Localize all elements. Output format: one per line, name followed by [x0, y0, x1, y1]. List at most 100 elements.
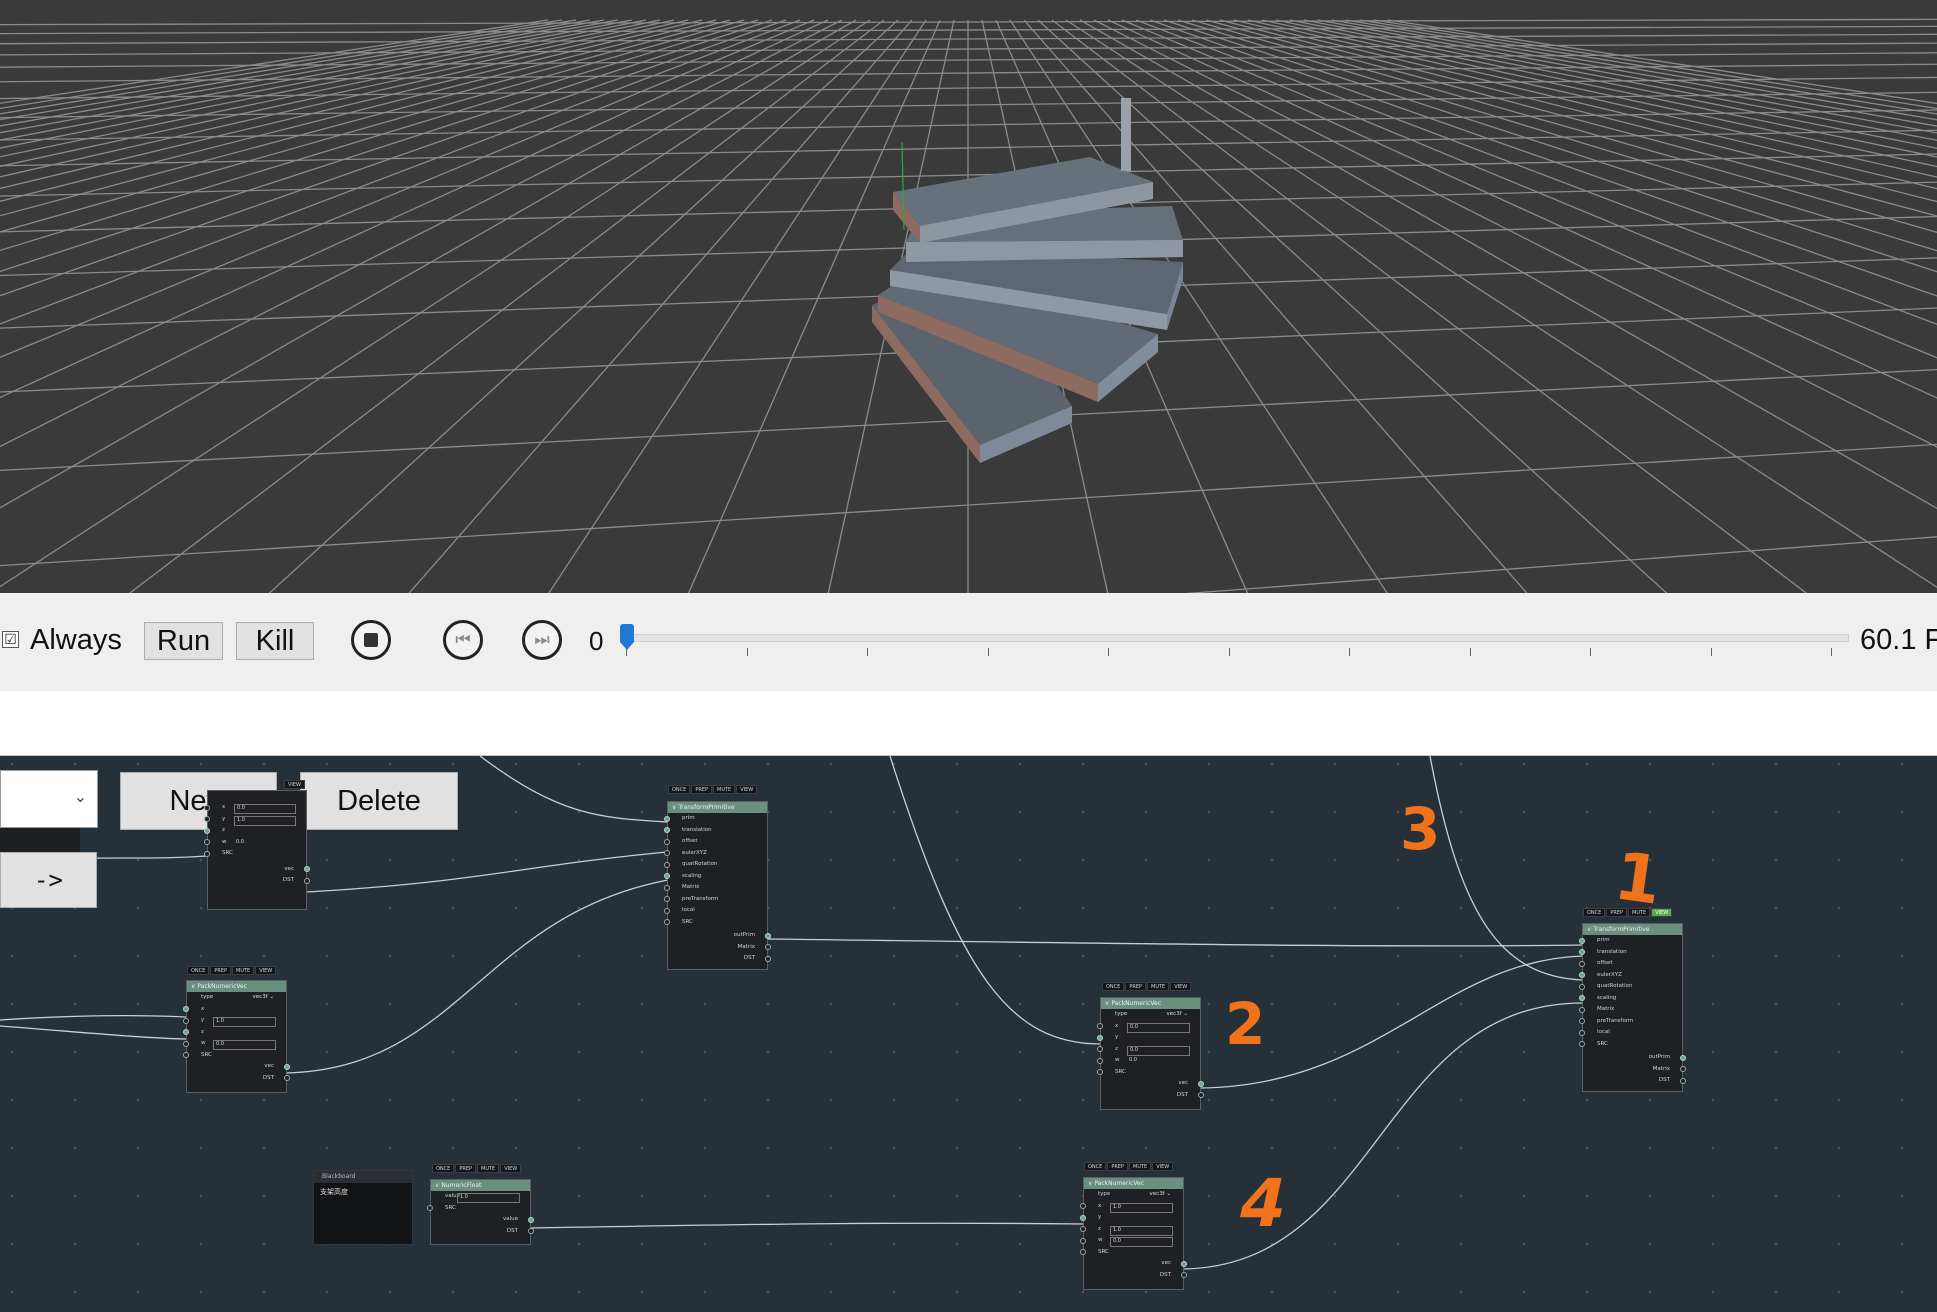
port-eulerxyz: eulerXYZ	[664, 848, 767, 860]
always-label: Always	[30, 624, 122, 656]
node-transform-primitive-1[interactable]: ∨ TransformPrimitive prim translation offs…	[664, 801, 771, 970]
frame-tick	[1831, 648, 1832, 656]
node-title: ∨ PackNumericVec	[187, 981, 286, 992]
value-row: value 1.0	[431, 1191, 530, 1203]
port-out-outprim: outPrim	[668, 930, 771, 942]
tag-once[interactable]: ONCE	[1102, 982, 1125, 991]
delete-button[interactable]: Delete	[300, 772, 458, 830]
kill-button[interactable]: Kill	[236, 622, 314, 660]
port-scaling: scaling	[1579, 993, 1682, 1005]
tag-mute[interactable]: MUTE	[1129, 1162, 1152, 1171]
port-x: x 0.0	[204, 802, 306, 814]
port-matrix: Matrix	[1579, 1004, 1682, 1016]
arrow-button[interactable]: ->	[0, 852, 97, 908]
port-out-matrix: Matrix	[1583, 1064, 1686, 1076]
tag-view[interactable]: VIEW	[284, 780, 305, 789]
port-vec: vec	[1101, 1078, 1204, 1090]
frame-tick	[1108, 648, 1109, 656]
graph-select[interactable]: ⌄	[0, 770, 98, 828]
always-checkbox[interactable]: ☑	[2, 631, 19, 648]
port-out-outprim: outPrim	[1583, 1052, 1686, 1064]
frame-slider-thumb[interactable]	[620, 624, 634, 650]
port-pretransform: preTransform	[1579, 1016, 1682, 1028]
port-w: w 0.0	[204, 837, 306, 849]
port-dst: DST	[187, 1073, 290, 1085]
port-src: SRC	[1080, 1247, 1183, 1259]
port-out-dst: DST	[668, 953, 771, 965]
step-back-icon: ⏮	[455, 630, 471, 650]
port-z: z 0.0	[1097, 1044, 1200, 1056]
tag-prep[interactable]: PREP	[210, 966, 231, 975]
frame-slider-track[interactable]	[625, 634, 1849, 642]
tag-view[interactable]: VIEW	[255, 966, 277, 975]
port-dst: DST	[1101, 1090, 1204, 1102]
blackboard-note[interactable]: Blackboard 支架高度	[313, 1170, 413, 1245]
3d-viewport[interactable]	[0, 0, 1937, 593]
frame-tick	[1349, 648, 1350, 656]
node-pack-numeric-vec-right[interactable]: ∨ PackNumericVec type vec3f ⌄ x 0.0 y z 0.0…	[1097, 997, 1204, 1110]
tag-prep[interactable]: PREP	[455, 1164, 476, 1173]
tag-once[interactable]: ONCE	[1583, 908, 1606, 917]
node-title: ∨ TransformPrimitive	[1583, 924, 1682, 935]
node-pack-top[interactable]: x 0.0 y 1.0 z w 0.0 SRC vec DST	[204, 790, 310, 910]
current-frame: 0	[589, 626, 604, 656]
tag-once[interactable]: ONCE	[187, 966, 210, 975]
port-y: y 1.0	[183, 1015, 286, 1027]
fps-readout: 60.1 F	[1860, 624, 1937, 656]
port-pretransform: preTransform	[664, 894, 767, 906]
node-pack-numeric-vec-bottom[interactable]: ∨ PackNumericVec type vec3f ⌄ x 1.0 y z 1.0…	[1080, 1177, 1187, 1290]
port-vec: vec	[187, 1061, 290, 1073]
tag-view[interactable]: VIEW	[500, 1164, 522, 1173]
node-pack-numeric-vec-mid[interactable]: ∨ PackNumericVec type vec3f ⌄ x y 1.0 z w0…	[183, 980, 290, 1093]
frame-tick	[1710, 648, 1712, 656]
next-frame-button[interactable]: ⏭	[522, 620, 562, 660]
run-button[interactable]: Run	[144, 622, 223, 660]
port-x: x 0.0	[1097, 1021, 1200, 1033]
node-tags-numfloat: ONCE PREP MUTE VIEW	[432, 1164, 522, 1173]
type-row: type vec3f ⌄	[1115, 1011, 1188, 1017]
tag-mute[interactable]: MUTE	[1147, 982, 1170, 991]
tag-mute[interactable]: MUTE	[232, 966, 255, 975]
node-numeric-float[interactable]: ∨ NumericFloat value 1.0 SRC value DST	[427, 1179, 534, 1245]
tag-view[interactable]: VIEW	[1170, 982, 1192, 991]
annotation-3: 3	[1400, 795, 1441, 863]
tag-once[interactable]: ONCE	[668, 785, 691, 794]
port-w: w 0.0	[1097, 1055, 1200, 1067]
tag-once[interactable]: ONCE	[432, 1164, 455, 1173]
tag-prep[interactable]: PREP	[1107, 1162, 1128, 1171]
node-tags-tp1: ONCE PREP MUTE VIEW	[668, 785, 758, 794]
tag-mute[interactable]: MUTE	[713, 785, 736, 794]
port-w: w 0.0	[183, 1038, 286, 1050]
port-translation: translation	[1579, 947, 1682, 959]
tag-view[interactable]: VIEW	[1152, 1162, 1174, 1171]
tag-mute[interactable]: MUTE	[477, 1164, 500, 1173]
viewport-scene	[0, 18, 1937, 593]
prev-frame-button[interactable]: ⏮	[443, 620, 483, 660]
frame-tick	[1469, 648, 1471, 656]
tag-once[interactable]: ONCE	[1084, 1162, 1107, 1171]
node-title: ∨ PackNumericVec	[1101, 998, 1200, 1009]
frame-tick	[746, 648, 748, 656]
status-band	[0, 691, 1937, 756]
tag-prep[interactable]: PREP	[1125, 982, 1146, 991]
port-translation: translation	[664, 825, 767, 837]
node-tags-pack-mid: ONCE PREP MUTE VIEW	[187, 966, 277, 975]
frame-tick	[1228, 648, 1230, 656]
port-quatrotation: quatRotation	[1579, 981, 1682, 993]
tag-prep[interactable]: PREP	[691, 785, 712, 794]
node-transform-primitive-2[interactable]: ∨ TransformPrimitive prim translation offs…	[1579, 923, 1686, 1092]
frame-tick	[1590, 648, 1591, 656]
step-forward-icon: ⏭	[534, 630, 550, 650]
chevron-down-icon: ⌄	[73, 787, 87, 806]
blackboard-title: Blackboard	[314, 1171, 412, 1183]
annotation-2: 2	[1225, 990, 1266, 1058]
tag-view[interactable]: VIEW	[736, 785, 758, 794]
port-x: x	[183, 1004, 286, 1016]
port-y: y 1.0	[204, 814, 306, 826]
port-src: SRC	[664, 917, 767, 929]
port-scaling: scaling	[664, 871, 767, 883]
type-row: type vec3f ⌄	[201, 994, 274, 1000]
node-title: ∨ NumericFloat	[431, 1180, 530, 1191]
stop-button[interactable]	[351, 620, 391, 660]
blackboard-content: 支架高度	[320, 1188, 348, 1196]
